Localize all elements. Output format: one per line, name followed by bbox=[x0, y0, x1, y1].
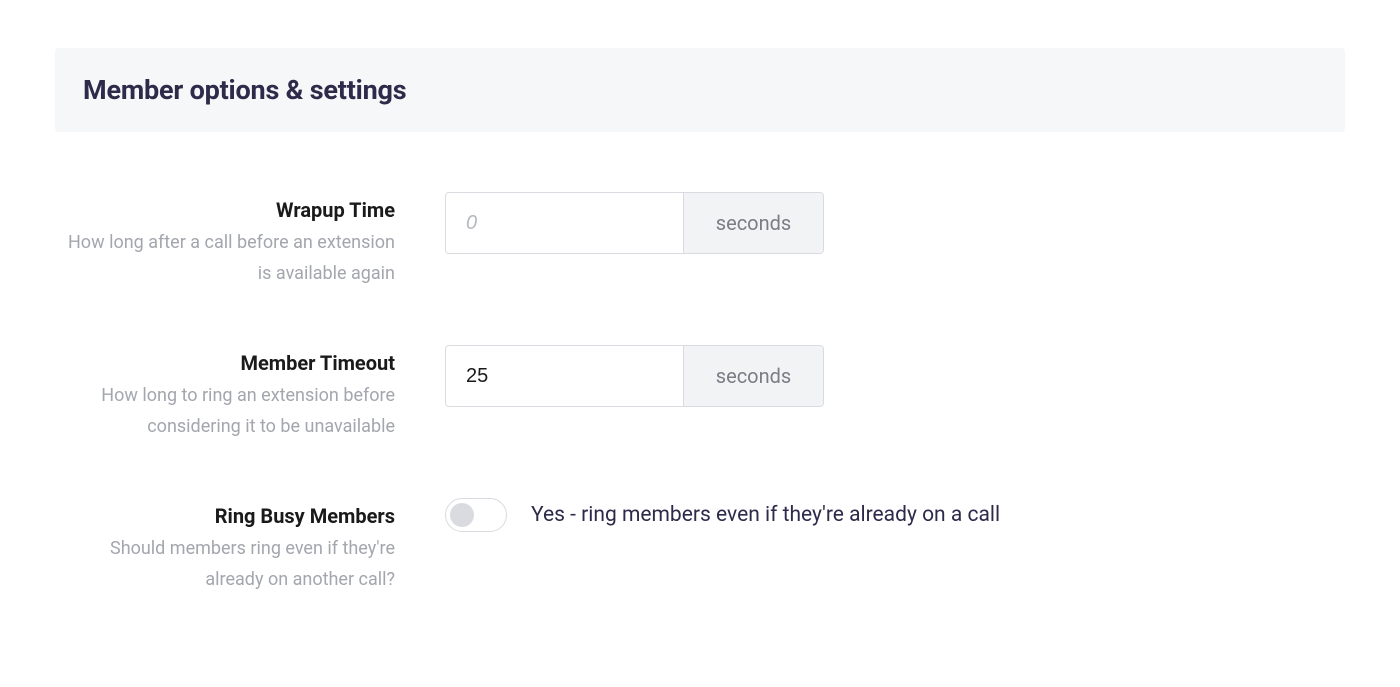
member-timeout-unit: seconds bbox=[683, 346, 823, 406]
wrapup-help: How long after a call before an extensio… bbox=[55, 228, 395, 289]
toggle-knob-icon bbox=[450, 503, 474, 527]
ring-busy-help: Should members ring even if they're alre… bbox=[55, 534, 395, 595]
wrapup-input-group: seconds bbox=[445, 192, 824, 254]
ring-busy-toggle[interactable] bbox=[445, 498, 507, 532]
setting-row-member-timeout: Member Timeout How long to ring an exten… bbox=[55, 345, 1345, 442]
member-timeout-label: Member Timeout bbox=[55, 351, 395, 375]
control-col: Yes - ring members even if they're alrea… bbox=[445, 498, 1345, 532]
wrapup-label: Wrapup Time bbox=[55, 198, 395, 222]
member-timeout-help: How long to ring an extension before con… bbox=[55, 381, 395, 442]
setting-row-ring-busy: Ring Busy Members Should members ring ev… bbox=[55, 498, 1345, 595]
section-header: Member options & settings bbox=[55, 48, 1345, 132]
ring-busy-description: Yes - ring members even if they're alrea… bbox=[531, 503, 1000, 527]
setting-row-wrapup: Wrapup Time How long after a call before… bbox=[55, 192, 1345, 289]
label-col: Member Timeout How long to ring an exten… bbox=[55, 345, 445, 442]
ring-busy-label: Ring Busy Members bbox=[55, 504, 395, 528]
label-col: Wrapup Time How long after a call before… bbox=[55, 192, 445, 289]
member-timeout-input-group: seconds bbox=[445, 345, 824, 407]
control-col: seconds bbox=[445, 345, 1345, 407]
label-col: Ring Busy Members Should members ring ev… bbox=[55, 498, 445, 595]
settings-page: Member options & settings Wrapup Time Ho… bbox=[0, 48, 1400, 687]
wrapup-unit: seconds bbox=[683, 193, 823, 253]
ring-busy-toggle-row: Yes - ring members even if they're alrea… bbox=[445, 498, 1000, 532]
settings-body: Wrapup Time How long after a call before… bbox=[0, 132, 1400, 596]
section-title: Member options & settings bbox=[83, 74, 1317, 106]
member-timeout-input[interactable] bbox=[446, 346, 683, 406]
control-col: seconds bbox=[445, 192, 1345, 254]
wrapup-input[interactable] bbox=[446, 193, 683, 253]
